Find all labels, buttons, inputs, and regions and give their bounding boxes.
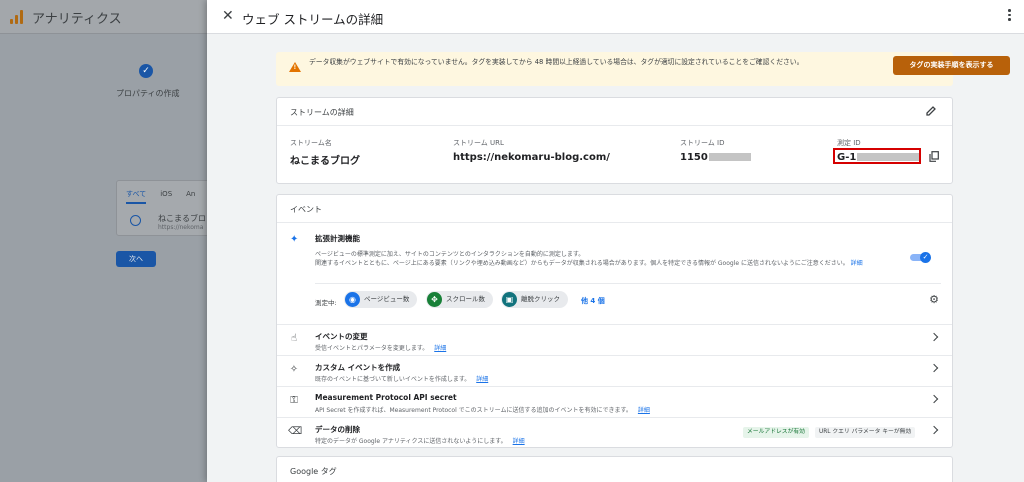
chevron-right-icon (929, 363, 939, 373)
step-check-icon: ✓ (139, 64, 153, 78)
chip-label: ページビュー数 (364, 295, 410, 303)
stream-url-label: ストリーム URL (453, 139, 504, 147)
modify-events-row[interactable]: ☝ イベントの変更 受信イベントとパラメータを変更します。 詳細 (277, 324, 952, 354)
chip-outbound-clicks: ▣ 離脱クリック (501, 291, 568, 308)
chevron-right-icon (929, 394, 939, 404)
stream-name-field: ストリーム名 ねこまるブログ (290, 138, 360, 167)
next-button[interactable]: 次へ (116, 251, 156, 267)
stream-id-value-row: 1150 (680, 152, 751, 163)
check-icon: ✓ (920, 252, 931, 263)
click-icon: ▣ (502, 292, 517, 307)
enhanced-details-link[interactable]: 詳細 (851, 260, 863, 267)
enhanced-desc-line2: 関連するイベントとともに、ページ上にある要素（リンクや埋め込み動画など）からもデ… (315, 260, 849, 267)
sparkle-icon: ✦ (290, 234, 299, 245)
stream-url-value: https://nekomaru-blog.com/ (453, 152, 610, 163)
globe-icon (130, 215, 141, 226)
chevron-right-icon (929, 425, 939, 435)
eraser-icon: ⌫ (288, 426, 303, 437)
email-enabled-badge: メールアドレスが有効 (743, 427, 809, 438)
close-icon[interactable]: ✕ (222, 8, 234, 24)
stream-details-title: ストリームの詳細 (290, 108, 354, 117)
warning-text: データ収集がウェブサイトで有効になっていません。タグを実装してから 48 時間以… (309, 58, 804, 66)
stream-name-value: ねこまるブログ (290, 156, 360, 167)
details-link[interactable]: 詳細 (434, 345, 446, 352)
google-tag-title: Google タグ (290, 467, 337, 476)
row-description: API Secret を作成すれば、Measurement Protocol で… (315, 405, 650, 414)
stream-id-value: 1150 (680, 152, 708, 163)
create-custom-event-row[interactable]: ✧ カスタム イベントを作成 既存のイベントに基づいて新しいイベントを作成します… (277, 355, 952, 385)
tab-android[interactable]: An (186, 190, 195, 198)
more-events-link[interactable]: 他 4 個 (581, 296, 605, 306)
measuring-label: 測定中: (315, 299, 337, 307)
url-query-disabled-badge: URL クエリ パラメータ キーが無効 (815, 427, 916, 438)
enhanced-measurement-description: ページビューの標準測定に加え、サイトのコンテンツとのインタラクションを自動的に測… (315, 250, 915, 268)
measurement-id-label: 測定 ID (837, 139, 861, 147)
tab-all[interactable]: すべて (126, 190, 147, 204)
chip-page-views: ◉ ページビュー数 (344, 291, 418, 308)
row-desc-text: 特定のデータが Google アナリティクスに送信されないようにします。 (315, 438, 507, 445)
copy-icon[interactable] (929, 151, 939, 162)
enhanced-measurement-title: 拡張計測機能 (315, 234, 360, 243)
more-vert-icon[interactable] (1008, 9, 1012, 23)
highlight-box (833, 148, 921, 164)
stream-details-header: ストリームの詳細 (277, 98, 952, 126)
stream-details-drawer: ✕ ウェブ ストリームの詳細 データ収集がウェブサイトで有効になっていません。タ… (207, 0, 1024, 482)
background-stream-url: https://nekoma (158, 224, 204, 231)
measurement-id-field: 測定 ID G-1 (833, 138, 939, 164)
edit-icon[interactable] (926, 106, 936, 116)
details-link[interactable]: 詳細 (638, 407, 650, 414)
show-tag-instructions-button[interactable]: タグの実装手順を表示する (893, 56, 1010, 75)
events-header: イベント (277, 195, 952, 223)
app-title: アナリティクス (32, 12, 122, 27)
warning-icon (289, 62, 301, 72)
enhanced-desc-line2-wrap: 関連するイベントとともに、ページ上にある要素（リンクや埋め込み動画など）からもデ… (315, 259, 915, 268)
details-link[interactable]: 詳細 (513, 438, 525, 445)
stream-details-card: ストリームの詳細 ストリーム名 ねこまるブログ ストリーム URL https:… (276, 97, 953, 184)
row-desc-text: 受信イベントとパラメータを変更します。 (315, 345, 429, 352)
events-title: イベント (290, 205, 322, 214)
stream-id-field: ストリーム ID 1150 (680, 138, 751, 163)
warning-banner: データ収集がウェブサイトで有効になっていません。タグを実装してから 48 時間以… (276, 52, 1010, 86)
measurement-protocol-row[interactable]: ⚿ Measurement Protocol API secret API Se… (277, 386, 952, 416)
scroll-icon: ✥ (427, 292, 442, 307)
enhanced-measurement-toggle[interactable]: ✓ (910, 252, 931, 263)
row-desc-text: API Secret を作成すれば、Measurement Protocol で… (315, 407, 632, 414)
stream-url-field: ストリーム URL https://nekomaru-blog.com/ (453, 138, 610, 163)
chip-scrolls: ✥ スクロール数 (426, 291, 493, 308)
details-link[interactable]: 詳細 (476, 376, 488, 383)
background-stream-name[interactable]: ねこまるブロ (158, 213, 206, 224)
row-title: カスタム イベントを作成 (315, 363, 401, 372)
chevron-right-icon (929, 332, 939, 342)
row-title: データの削除 (315, 425, 360, 434)
events-card: イベント ✦ 拡張計測機能 ページビューの標準測定に加え、サイトのコンテンツとの… (276, 194, 953, 448)
eye-icon: ◉ (345, 292, 360, 307)
row-description: 受信イベントとパラメータを変更します。 詳細 (315, 343, 446, 352)
key-icon: ⚿ (290, 395, 298, 406)
row-title: イベントの変更 (315, 332, 368, 341)
divider (315, 283, 941, 284)
touch-icon: ☝ (290, 333, 298, 344)
gear-icon[interactable]: ⚙ (929, 293, 939, 306)
row-desc-text: 既存のイベントに基づいて新しいイベントを作成します。 (315, 376, 471, 383)
stream-id-label: ストリーム ID (680, 139, 725, 147)
step-label: プロパティの作成 (116, 89, 180, 98)
google-tag-card: Google タグ (276, 456, 953, 482)
row-title: Measurement Protocol API secret (315, 393, 457, 402)
magic-icon: ✧ (289, 364, 299, 375)
drawer-header: ✕ ウェブ ストリームの詳細 (207, 0, 1024, 34)
redaction-block (708, 153, 751, 161)
stream-name-label: ストリーム名 (290, 139, 332, 147)
background-tabs: すべて iOS An (126, 189, 209, 204)
analytics-logo-icon (10, 10, 24, 24)
drawer-title: ウェブ ストリームの詳細 (242, 12, 384, 27)
chip-label: スクロール数 (446, 295, 485, 303)
row-description: 特定のデータが Google アナリティクスに送信されないようにします。 詳細 (315, 436, 525, 445)
row-description: 既存のイベントに基づいて新しいイベントを作成します。 詳細 (315, 374, 488, 383)
enhanced-desc-line1: ページビューの標準測定に加え、サイトのコンテンツとのインタラクションを自動的に測… (315, 251, 585, 258)
chip-label: 離脱クリック (521, 295, 560, 303)
tab-ios[interactable]: iOS (160, 190, 172, 198)
data-redaction-row[interactable]: ⌫ データの削除 特定のデータが Google アナリティクスに送信されないよう… (277, 417, 952, 447)
